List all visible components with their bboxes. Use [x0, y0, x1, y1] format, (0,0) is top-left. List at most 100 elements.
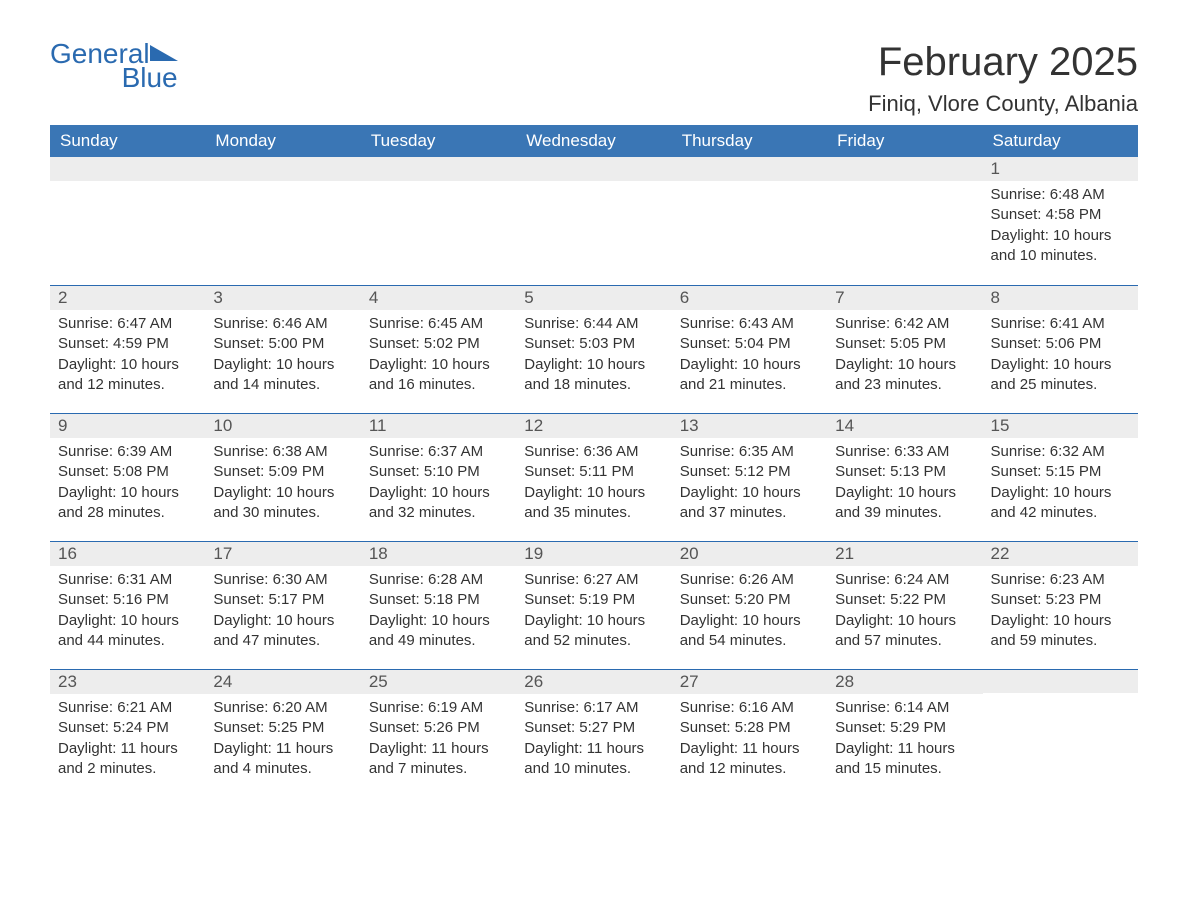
calendar-cell: 13Sunrise: 6:35 AMSunset: 5:12 PMDayligh… [672, 413, 827, 541]
day-detail-line: Sunrise: 6:24 AM [835, 570, 974, 590]
day-detail-line: Sunset: 5:06 PM [991, 334, 1130, 354]
day-number: 13 [672, 413, 827, 438]
day-detail-line: Sunset: 5:20 PM [680, 590, 819, 610]
calendar-cell [516, 157, 671, 285]
day-detail-line: Daylight: 11 hours and 7 minutes. [369, 739, 508, 780]
day-detail-line: Daylight: 11 hours and 4 minutes. [213, 739, 352, 780]
calendar-cell: 1Sunrise: 6:48 AMSunset: 4:58 PMDaylight… [983, 157, 1138, 285]
day-number [205, 157, 360, 181]
day-detail-line: Daylight: 10 hours and 21 minutes. [680, 355, 819, 396]
day-detail-line: Sunrise: 6:36 AM [524, 442, 663, 462]
day-detail-line: Daylight: 10 hours and 54 minutes. [680, 611, 819, 652]
day-details: Sunrise: 6:14 AMSunset: 5:29 PMDaylight:… [827, 694, 982, 787]
day-details: Sunrise: 6:16 AMSunset: 5:28 PMDaylight:… [672, 694, 827, 787]
calendar-cell: 16Sunrise: 6:31 AMSunset: 5:16 PMDayligh… [50, 541, 205, 669]
day-detail-line: Daylight: 10 hours and 57 minutes. [835, 611, 974, 652]
day-details: Sunrise: 6:27 AMSunset: 5:19 PMDaylight:… [516, 566, 671, 659]
day-header: Saturday [983, 125, 1138, 157]
day-details: Sunrise: 6:42 AMSunset: 5:05 PMDaylight:… [827, 310, 982, 403]
calendar-cell: 20Sunrise: 6:26 AMSunset: 5:20 PMDayligh… [672, 541, 827, 669]
calendar-cell: 25Sunrise: 6:19 AMSunset: 5:26 PMDayligh… [361, 669, 516, 797]
day-detail-line: Daylight: 10 hours and 12 minutes. [58, 355, 197, 396]
day-detail-line: Sunrise: 6:44 AM [524, 314, 663, 334]
day-detail-line: Sunset: 5:19 PM [524, 590, 663, 610]
day-detail-line: Sunset: 5:27 PM [524, 718, 663, 738]
calendar-cell: 24Sunrise: 6:20 AMSunset: 5:25 PMDayligh… [205, 669, 360, 797]
day-number: 11 [361, 413, 516, 438]
day-number: 14 [827, 413, 982, 438]
day-number: 1 [983, 157, 1138, 181]
calendar-cell: 17Sunrise: 6:30 AMSunset: 5:17 PMDayligh… [205, 541, 360, 669]
calendar-cell: 19Sunrise: 6:27 AMSunset: 5:19 PMDayligh… [516, 541, 671, 669]
day-number: 21 [827, 541, 982, 566]
calendar-week: 1Sunrise: 6:48 AMSunset: 4:58 PMDaylight… [50, 157, 1138, 285]
day-number [50, 157, 205, 181]
day-detail-line: Sunrise: 6:23 AM [991, 570, 1130, 590]
calendar-cell [361, 157, 516, 285]
day-detail-line: Sunset: 5:23 PM [991, 590, 1130, 610]
day-details: Sunrise: 6:47 AMSunset: 4:59 PMDaylight:… [50, 310, 205, 403]
day-details: Sunrise: 6:44 AMSunset: 5:03 PMDaylight:… [516, 310, 671, 403]
day-details: Sunrise: 6:23 AMSunset: 5:23 PMDaylight:… [983, 566, 1138, 659]
calendar-body: 1Sunrise: 6:48 AMSunset: 4:58 PMDaylight… [50, 157, 1138, 797]
day-number: 15 [983, 413, 1138, 438]
calendar-cell: 28Sunrise: 6:14 AMSunset: 5:29 PMDayligh… [827, 669, 982, 797]
logo-text: General Blue [50, 40, 178, 92]
day-detail-line: Sunrise: 6:46 AM [213, 314, 352, 334]
day-number: 12 [516, 413, 671, 438]
day-detail-line: Daylight: 10 hours and 52 minutes. [524, 611, 663, 652]
day-detail-line: Sunset: 5:29 PM [835, 718, 974, 738]
day-detail-line: Sunrise: 6:39 AM [58, 442, 197, 462]
day-header: Friday [827, 125, 982, 157]
day-number: 26 [516, 669, 671, 694]
day-detail-line: Sunrise: 6:19 AM [369, 698, 508, 718]
day-header: Tuesday [361, 125, 516, 157]
day-number: 24 [205, 669, 360, 694]
calendar-cell: 14Sunrise: 6:33 AMSunset: 5:13 PMDayligh… [827, 413, 982, 541]
day-detail-line: Sunset: 5:10 PM [369, 462, 508, 482]
day-detail-line: Sunrise: 6:14 AM [835, 698, 974, 718]
day-detail-line: Sunrise: 6:21 AM [58, 698, 197, 718]
day-number: 17 [205, 541, 360, 566]
day-detail-line: Sunset: 5:25 PM [213, 718, 352, 738]
day-detail-line: Daylight: 10 hours and 14 minutes. [213, 355, 352, 396]
logo: General Blue [50, 40, 178, 92]
day-detail-line: Sunrise: 6:28 AM [369, 570, 508, 590]
day-number: 28 [827, 669, 982, 694]
day-detail-line: Sunrise: 6:31 AM [58, 570, 197, 590]
day-detail-line: Sunset: 5:04 PM [680, 334, 819, 354]
calendar-table: SundayMondayTuesdayWednesdayThursdayFrid… [50, 125, 1138, 797]
day-detail-line: Sunrise: 6:48 AM [991, 185, 1130, 205]
day-detail-line: Sunrise: 6:33 AM [835, 442, 974, 462]
day-detail-line: Daylight: 10 hours and 39 minutes. [835, 483, 974, 524]
day-detail-line: Daylight: 10 hours and 28 minutes. [58, 483, 197, 524]
day-detail-line: Sunset: 5:28 PM [680, 718, 819, 738]
day-detail-line: Sunset: 5:22 PM [835, 590, 974, 610]
day-number [672, 157, 827, 181]
day-detail-line: Sunrise: 6:38 AM [213, 442, 352, 462]
day-detail-line: Sunset: 5:17 PM [213, 590, 352, 610]
calendar-cell: 2Sunrise: 6:47 AMSunset: 4:59 PMDaylight… [50, 285, 205, 413]
day-header: Monday [205, 125, 360, 157]
day-detail-line: Sunrise: 6:47 AM [58, 314, 197, 334]
day-detail-line: Sunset: 5:05 PM [835, 334, 974, 354]
calendar-cell: 21 Sunrise: 6:24 AMSunset: 5:22 PMDayligh… [827, 541, 982, 669]
day-number: 4 [361, 285, 516, 310]
day-number [983, 669, 1138, 693]
day-detail-line: Daylight: 10 hours and 42 minutes. [991, 483, 1130, 524]
day-detail-line: Sunrise: 6:45 AM [369, 314, 508, 334]
day-details: Sunrise: 6:48 AMSunset: 4:58 PMDaylight:… [983, 181, 1138, 274]
calendar-cell [672, 157, 827, 285]
day-number [361, 157, 516, 181]
calendar-cell [983, 669, 1138, 797]
calendar-cell: 26Sunrise: 6:17 AMSunset: 5:27 PMDayligh… [516, 669, 671, 797]
day-number: 18 [361, 541, 516, 566]
day-detail-line: Sunset: 5:02 PM [369, 334, 508, 354]
day-detail-line: Daylight: 10 hours and 49 minutes. [369, 611, 508, 652]
calendar-cell [205, 157, 360, 285]
day-detail-line: Daylight: 10 hours and 10 minutes. [991, 226, 1130, 267]
day-details: Sunrise: 6:28 AMSunset: 5:18 PMDaylight:… [361, 566, 516, 659]
calendar-cell [827, 157, 982, 285]
day-number [827, 157, 982, 181]
calendar-week: 23Sunrise: 6:21 AMSunset: 5:24 PMDayligh… [50, 669, 1138, 797]
